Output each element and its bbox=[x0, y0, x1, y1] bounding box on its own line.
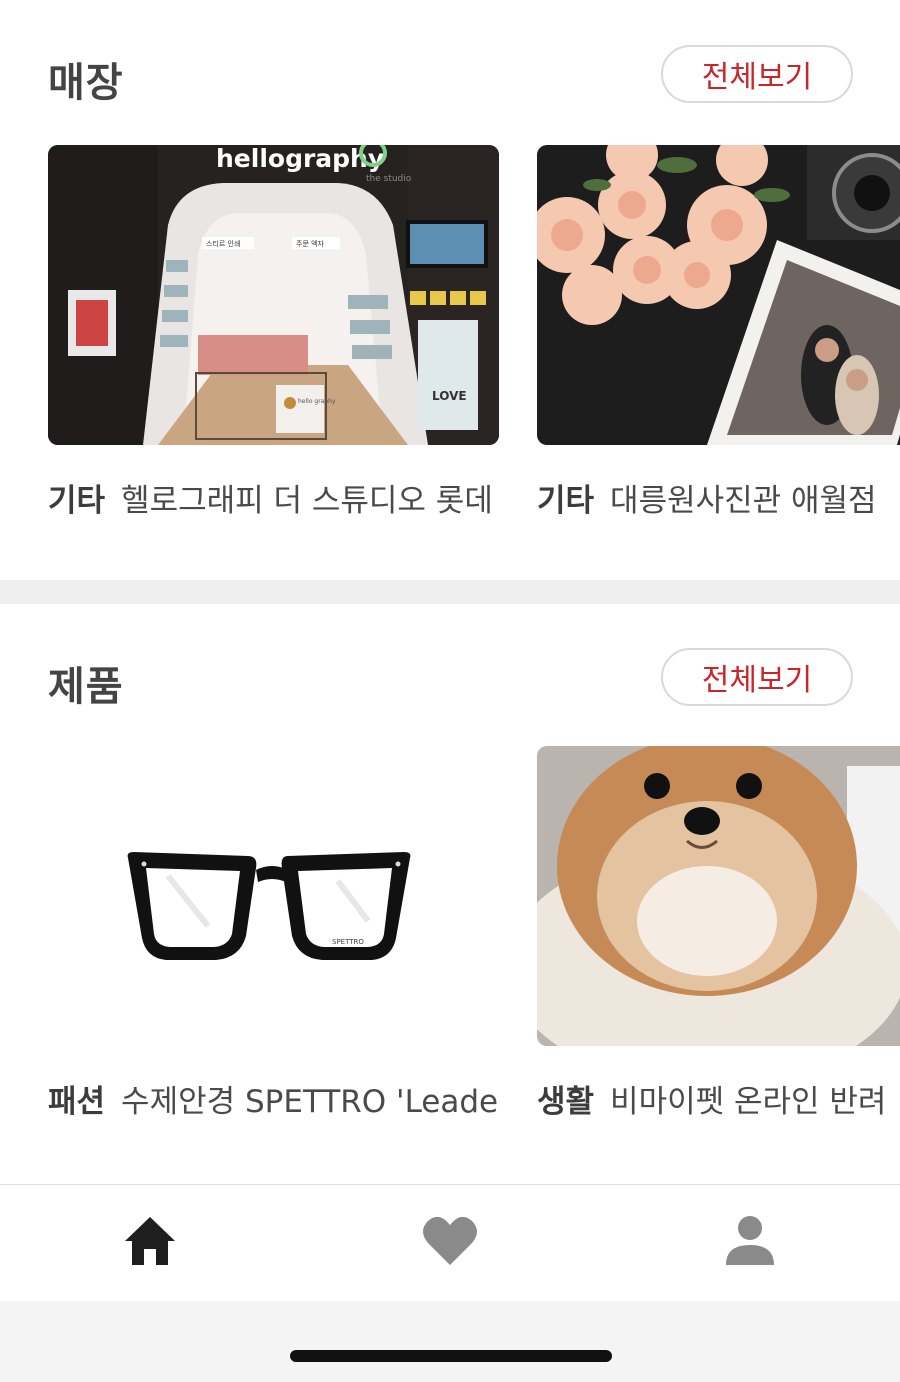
product-caption: 생활 비마이펫 온라인 반려 bbox=[537, 1076, 900, 1121]
stores-section: 매장 전체보기 hello graphy 스티르 인쇄 주문 액자 LOVE h… bbox=[0, 0, 900, 580]
store-card[interactable]: hello graphy 스티르 인쇄 주문 액자 LOVE hellograp… bbox=[48, 145, 499, 520]
store-card[interactable]: 기타 대릉원사진관 애월점 bbox=[537, 145, 900, 520]
lens-mark-text: SPETTRO bbox=[332, 938, 364, 946]
products-view-all-button[interactable]: 전체보기 bbox=[661, 648, 853, 706]
store-caption: 기타 헬로그래피 더 스튜디오 롯데 bbox=[48, 475, 499, 520]
brand-sub-text: the studio bbox=[366, 174, 412, 184]
product-caption: 패션 수제안경 SPETTRO 'Leader' bbox=[48, 1076, 499, 1121]
product-category: 패션 bbox=[48, 1084, 106, 1120]
store-sign-text-2: 주문 액자 bbox=[296, 239, 325, 248]
love-sign-text: LOVE bbox=[432, 389, 467, 403]
store-name: 헬로그래피 더 스튜디오 롯데 bbox=[121, 483, 493, 519]
product-photo bbox=[537, 746, 900, 1046]
store-sign-text-1: 스티르 인쇄 bbox=[206, 239, 240, 248]
product-photo: SPETTRO bbox=[48, 746, 499, 1046]
brand-logo-text: hellography bbox=[216, 145, 384, 173]
counter-logo-text: hello graphy bbox=[298, 398, 336, 405]
store-caption: 기타 대릉원사진관 애월점 bbox=[537, 475, 900, 520]
store-category: 기타 bbox=[537, 483, 595, 519]
home-indicator bbox=[290, 1350, 612, 1362]
bottom-tab-bar bbox=[0, 1184, 900, 1301]
heart-icon bbox=[423, 1216, 477, 1265]
store-photo bbox=[537, 145, 900, 445]
product-card[interactable]: SPETTRO 패션 수제안경 SPETTRO 'Leader' bbox=[48, 746, 499, 1121]
profile-icon bbox=[726, 1216, 774, 1265]
product-card[interactable]: 생활 비마이펫 온라인 반려 bbox=[537, 746, 900, 1121]
store-name: 대릉원사진관 애월점 bbox=[610, 483, 877, 519]
product-name: 비마이펫 온라인 반려 bbox=[610, 1084, 887, 1120]
product-name: 수제안경 SPETTRO 'Leader' bbox=[121, 1084, 499, 1120]
tab-home[interactable] bbox=[120, 1211, 180, 1271]
home-icon bbox=[125, 1217, 175, 1265]
tab-profile[interactable] bbox=[720, 1211, 780, 1271]
stores-view-all-button[interactable]: 전체보기 bbox=[661, 45, 853, 103]
section-title-stores: 매장 bbox=[48, 60, 124, 106]
store-photo: hello graphy 스티르 인쇄 주문 액자 LOVE hellograp… bbox=[48, 145, 499, 445]
store-category: 기타 bbox=[48, 483, 106, 519]
tab-favorites[interactable] bbox=[420, 1211, 480, 1271]
products-section: 제품 전체보기 SPETTRO 패션 수제안경 SPETTRO 'Leader' bbox=[0, 604, 900, 1184]
product-category: 생활 bbox=[537, 1084, 595, 1120]
section-title-products: 제품 bbox=[48, 664, 124, 710]
section-divider bbox=[0, 580, 900, 604]
